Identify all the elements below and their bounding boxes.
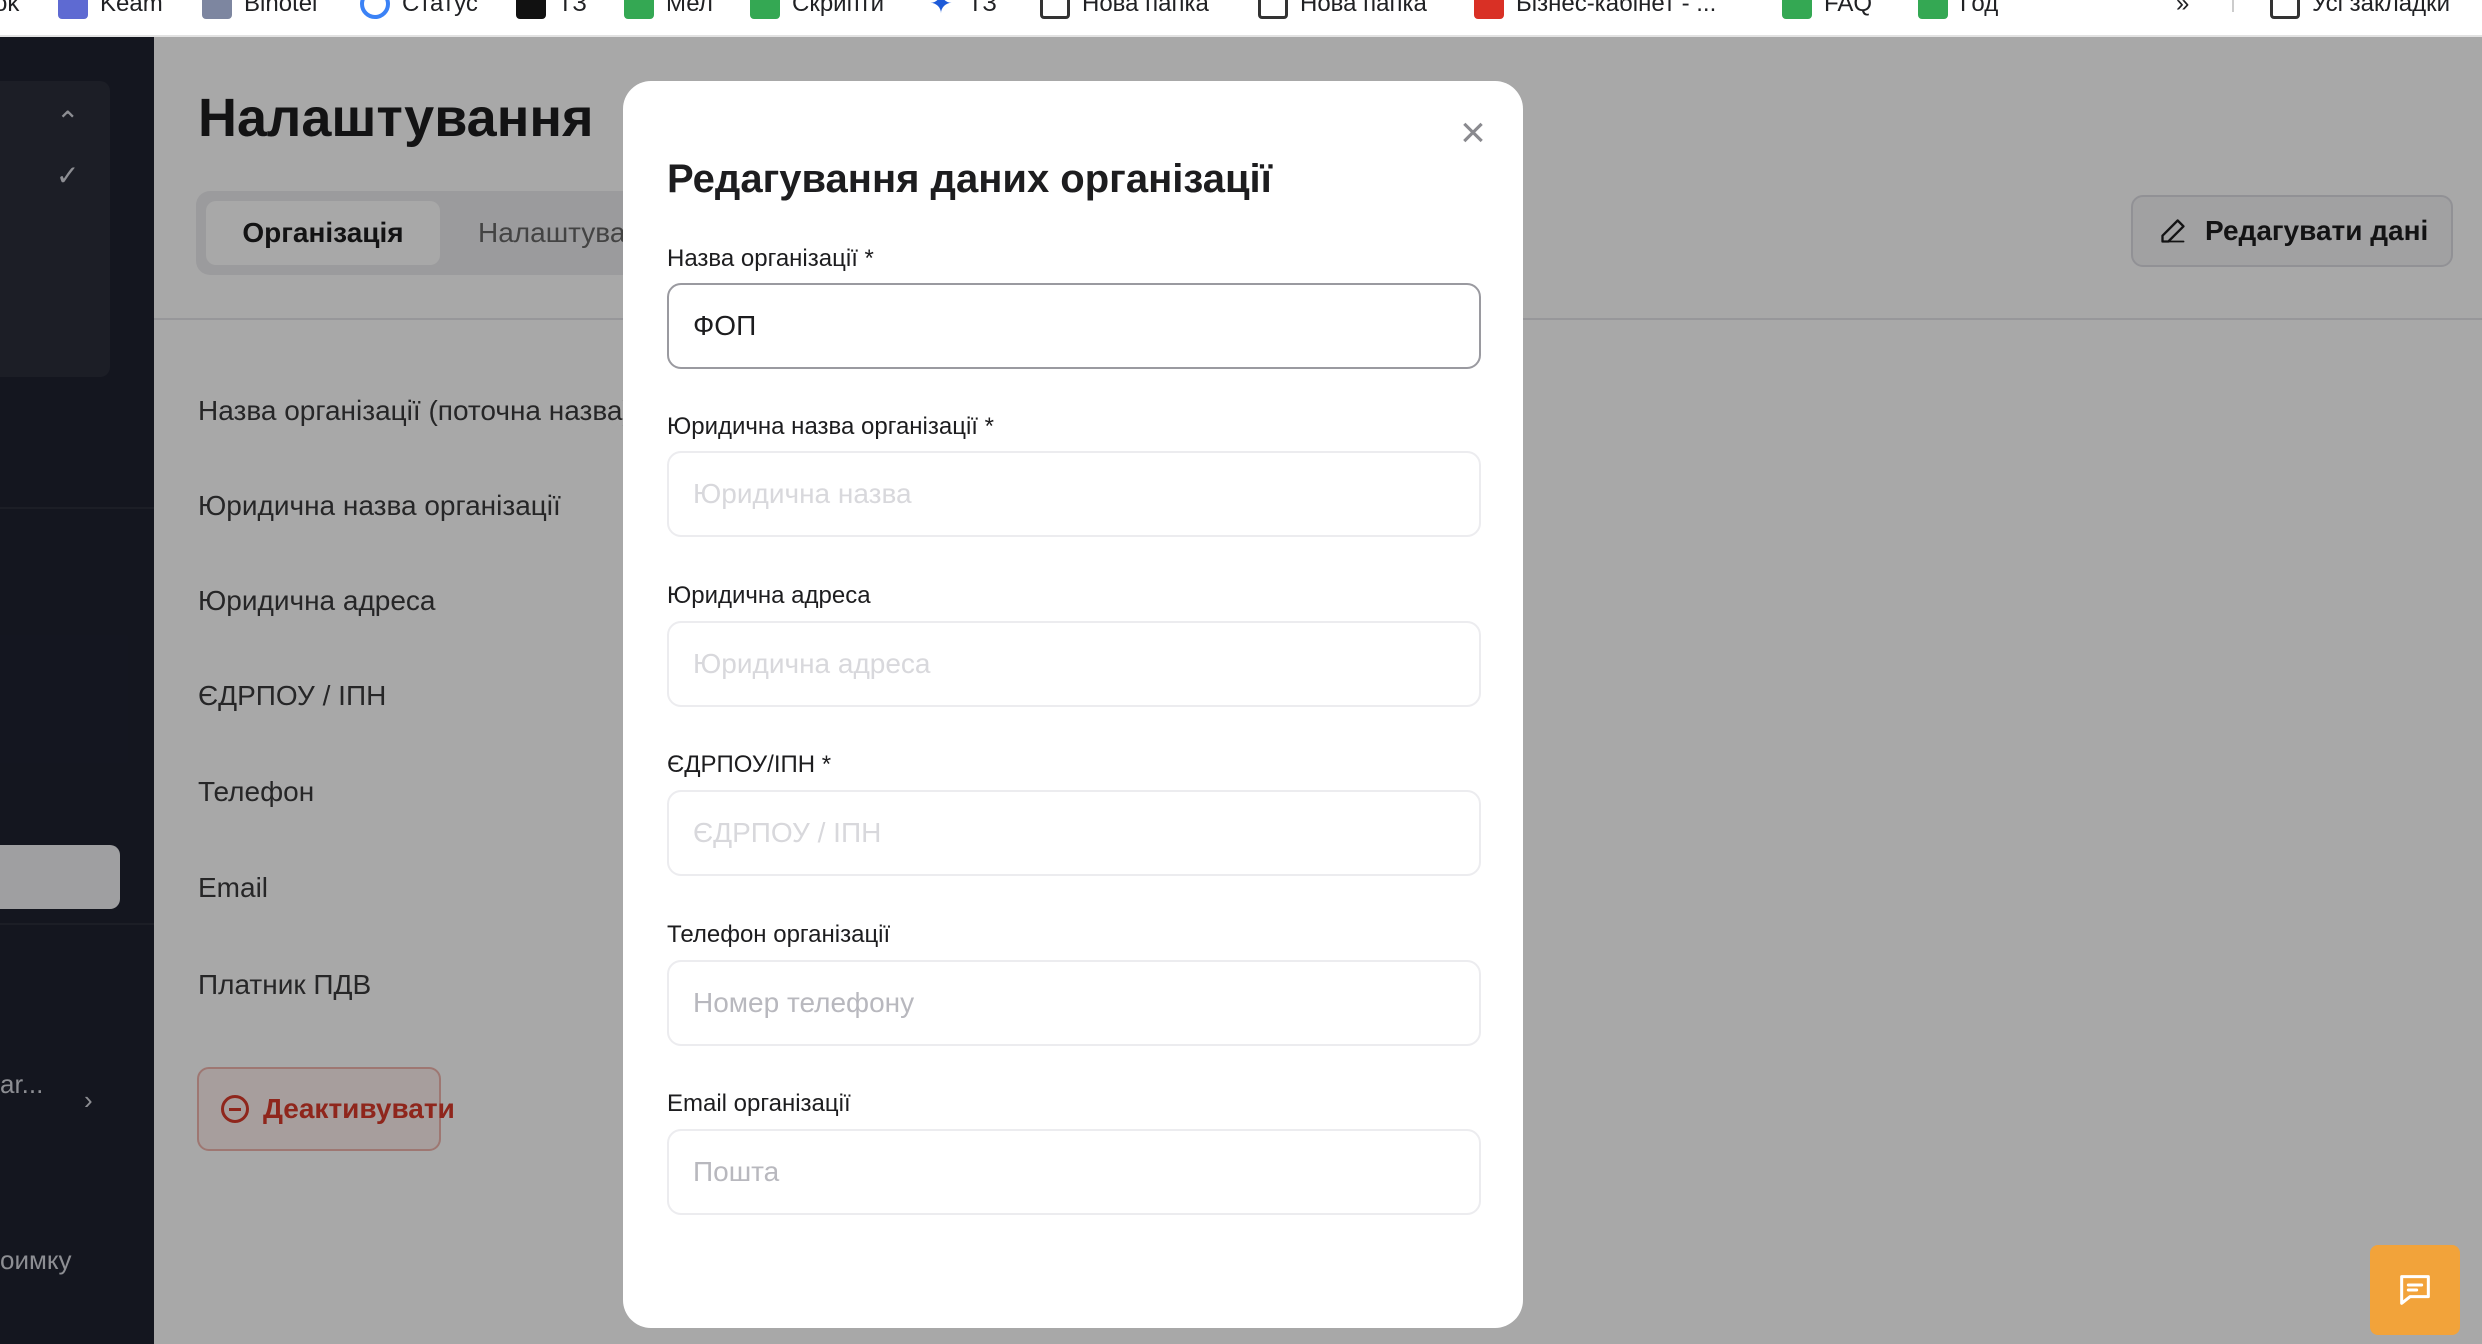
bookmarks-divider — [2232, 0, 2234, 12]
bookmark-item[interactable]: ТЗ — [516, 0, 587, 22]
sheet-icon — [1782, 0, 1812, 19]
edrpou-input[interactable] — [667, 790, 1481, 876]
all-bookmarks-button[interactable]: Усі закладки — [2270, 0, 2450, 22]
modal-title: Редагування даних організації — [667, 157, 1272, 201]
phone-input[interactable] — [667, 960, 1481, 1046]
legal-address-label: Юридична адреса — [667, 582, 871, 609]
more-bookmarks-button[interactable]: » — [2176, 0, 2189, 22]
bookmark-item[interactable]: Бізнес-кабінет - ... — [1474, 0, 1716, 22]
bookmark-item[interactable]: Год — [1918, 0, 1998, 22]
star-icon: ✦ — [929, 0, 953, 19]
phone-label: Телефон організації — [667, 921, 891, 948]
tiktok-icon — [516, 0, 546, 19]
sheet-icon — [624, 0, 654, 19]
bookmark-item[interactable]: ok — [0, 0, 19, 22]
bookmark-item[interactable]: FAQ — [1782, 0, 1872, 22]
edrpou-label: ЄДРПОУ/ІПН * — [667, 751, 832, 778]
business-cabinet-icon — [1474, 0, 1504, 19]
binotel-icon — [202, 0, 232, 19]
bookmark-item[interactable]: Нова папка — [1258, 0, 1427, 22]
bookmark-item[interactable]: ✦ ТЗ — [926, 0, 997, 22]
bookmark-item[interactable]: Мел — [624, 0, 713, 22]
bookmark-item[interactable]: Статус — [360, 0, 478, 22]
bookmark-item[interactable]: Keam — [58, 0, 163, 22]
sheet-icon — [1918, 0, 1948, 19]
close-icon[interactable]: × — [1449, 109, 1497, 157]
sheet-icon — [750, 0, 780, 19]
email-input[interactable] — [667, 1129, 1481, 1215]
bookmark-item[interactable]: Скрипти — [750, 0, 884, 22]
email-label: Email організації — [667, 1090, 851, 1117]
folder-icon — [2270, 0, 2300, 19]
legal-name-label: Юридична назва організації * — [667, 413, 994, 440]
edit-organization-modal: × Редагування даних організації Назва ор… — [623, 81, 1523, 1328]
chat-button[interactable] — [2370, 1245, 2460, 1335]
folder-icon — [1258, 0, 1288, 19]
status-icon — [360, 0, 390, 19]
bookmarks-bar: ok Keam Binotel Статус ТЗ Мел Скрипти ✦Т… — [0, 0, 2482, 37]
keam-icon — [58, 0, 88, 19]
org-name-input[interactable] — [667, 283, 1481, 369]
chat-icon — [2400, 1275, 2430, 1305]
org-name-label: Назва організації * — [667, 245, 874, 272]
bookmark-item[interactable]: Binotel — [202, 0, 317, 22]
folder-icon — [1040, 0, 1070, 19]
legal-name-input[interactable] — [667, 451, 1481, 537]
legal-address-input[interactable] — [667, 621, 1481, 707]
bookmark-item[interactable]: Нова папка — [1040, 0, 1209, 22]
